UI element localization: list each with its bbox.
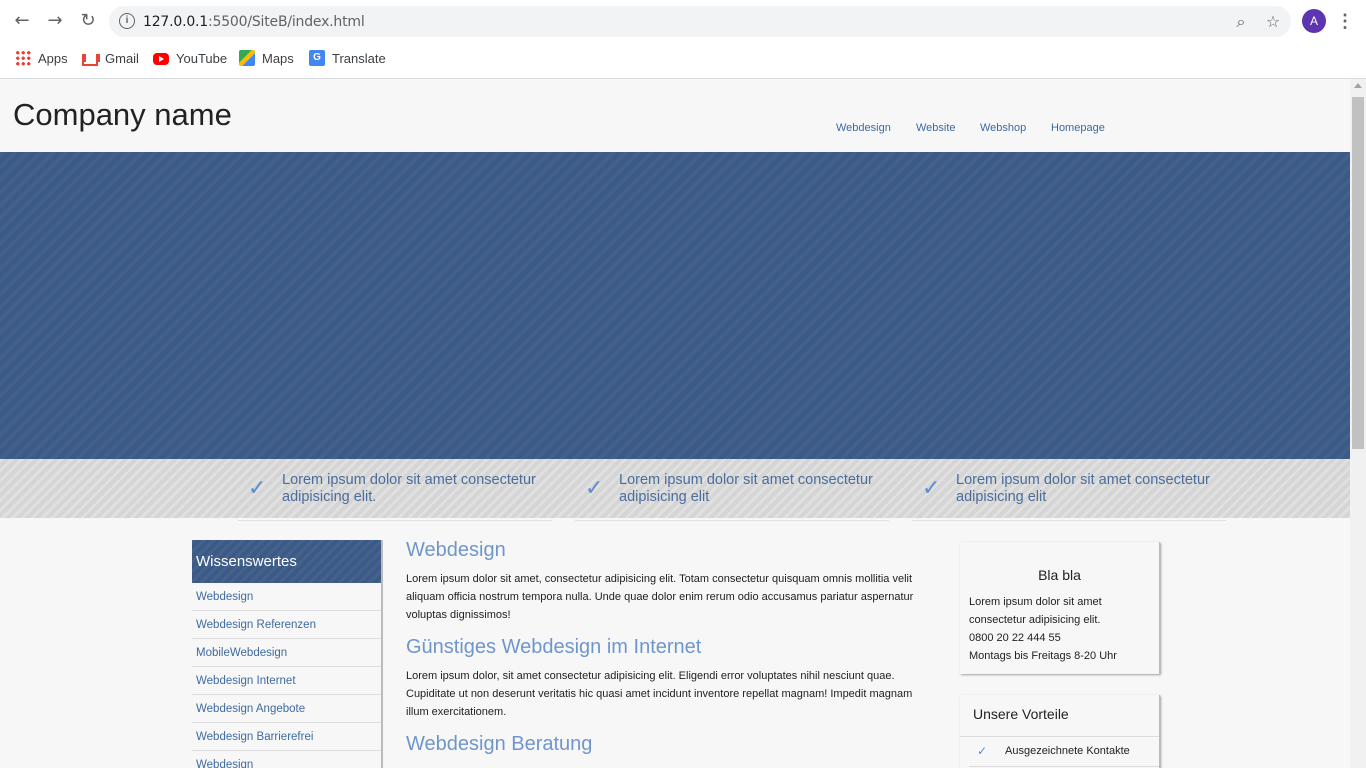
sidebar-item-internet[interactable]: Webdesign Internet — [192, 667, 381, 695]
bookmark-label: Apps — [38, 50, 68, 66]
url-host: 127.0.0.1 — [143, 14, 208, 30]
bookmark-label: Gmail — [105, 50, 139, 66]
section-text: Lorem ipsum dolor, sit amet consectetur … — [406, 670, 913, 718]
advantages-box: Unsere Vorteile ✓ Ausgezeichnete Kontakt… — [960, 695, 1160, 768]
page-scrollbar[interactable] — [1350, 79, 1366, 768]
bookmark-star-icon[interactable]: ☆ — [1263, 12, 1283, 32]
contact-line: Lorem ipsum dolor sit amet — [969, 596, 1102, 608]
sidebar-item-angebote[interactable]: Webdesign Angebote — [192, 695, 381, 723]
sidebar-item-webdesign-2[interactable]: Webdesign — [192, 751, 381, 768]
feature-text: Lorem ipsum dolor sit amet consectetur a… — [282, 472, 536, 505]
back-arrow-icon[interactable]: ← — [10, 9, 34, 33]
address-bar[interactable]: i 127.0.0.1:5500/SiteB/index.html ⌕ ☆ — [109, 6, 1291, 37]
browser-menu-icon[interactable]: ⋮ — [1336, 9, 1354, 33]
sidebar-item-mobile[interactable]: MobileWebdesign — [192, 639, 381, 667]
zoom-icon[interactable]: ⌕ — [1231, 12, 1251, 32]
main-content: Webdesign Lorem ipsum dolor sit amet, co… — [406, 539, 931, 764]
hero-banner — [0, 152, 1350, 459]
bookmarks-bar: Apps Gmail YouTube Maps G Translate — [0, 44, 1366, 72]
gmail-icon — [82, 53, 98, 66]
forward-arrow-icon[interactable]: → — [43, 9, 67, 33]
site-header: Company name Webdesign Website Webshop H… — [0, 79, 1350, 152]
nav-website[interactable]: Website — [916, 122, 956, 134]
bookmark-gmail[interactable]: Gmail — [82, 48, 139, 68]
bookmark-apps[interactable]: Apps — [15, 48, 68, 68]
bookmark-label: Maps — [262, 50, 294, 66]
feature-text: Lorem ipsum dolor sit amet consectetur a… — [956, 472, 1210, 505]
divider — [912, 520, 1226, 521]
browser-toolbar: ← → ↻ i 127.0.0.1:5500/SiteB/index.html … — [0, 0, 1366, 42]
checkmark-icon: ✓ — [922, 476, 941, 501]
profile-avatar[interactable]: A — [1302, 9, 1326, 33]
contact-line: consectetur adipisicing elit. — [969, 614, 1101, 626]
sidebar-item-referenzen[interactable]: Webdesign Referenzen — [192, 611, 381, 639]
features-strip: ✓ Lorem ipsum dolor sit amet consectetur… — [0, 459, 1350, 518]
advantage-text: Ausgezeichnete Kontakte — [1005, 745, 1130, 757]
bookmark-translate[interactable]: G Translate — [309, 48, 386, 68]
bookmark-label: YouTube — [176, 50, 228, 66]
url-path: :5500/SiteB/index.html — [208, 14, 365, 30]
page-viewport: Company name Webdesign Website Webshop H… — [0, 79, 1350, 768]
contact-phone: 0800 20 22 444 55 — [969, 632, 1061, 644]
nav-webshop[interactable]: Webshop — [980, 122, 1026, 134]
divider — [575, 520, 889, 521]
section-heading: Webdesign Beratung — [406, 733, 593, 755]
translate-icon: G — [309, 50, 325, 66]
nav-webdesign[interactable]: Webdesign — [836, 122, 891, 134]
section-heading: Webdesign — [406, 539, 506, 561]
bookmark-label: Translate — [332, 50, 386, 66]
checkmark-icon: ✓ — [977, 744, 988, 758]
checkmark-icon: ✓ — [585, 476, 604, 501]
contact-box-title: Bla bla — [1038, 567, 1081, 583]
contact-hours: Montags bis Freitags 8-20 Uhr — [969, 650, 1117, 662]
bookmark-maps[interactable]: Maps — [239, 48, 294, 68]
scrollbar-thumb[interactable] — [1352, 97, 1364, 449]
nav-homepage[interactable]: Homepage — [1051, 122, 1105, 134]
divider — [238, 520, 552, 521]
sidebar-item-webdesign[interactable]: Webdesign — [192, 583, 381, 611]
sidebar-title: Wissenswertes — [192, 540, 381, 583]
bookmark-youtube[interactable]: YouTube — [153, 48, 227, 68]
address-url[interactable]: 127.0.0.1:5500/SiteB/index.html — [143, 14, 365, 30]
youtube-icon — [153, 53, 169, 65]
reload-icon[interactable]: ↻ — [76, 9, 100, 33]
checkmark-icon: ✓ — [248, 476, 267, 501]
browser-chrome: ← → ↻ i 127.0.0.1:5500/SiteB/index.html … — [0, 0, 1366, 79]
contact-box: Bla bla Lorem ipsum dolor sit amet conse… — [960, 542, 1160, 674]
advantages-title: Unsere Vorteile — [960, 695, 1159, 737]
sidebar: Wissenswertes Webdesign Webdesign Refere… — [192, 540, 383, 768]
sidebar-item-barrierefrei[interactable]: Webdesign Barrierefrei — [192, 723, 381, 751]
section-text: Lorem ipsum dolor sit amet, consectetur … — [406, 573, 914, 621]
company-name: Company name — [13, 97, 232, 132]
feature-text: Lorem ipsum dolor sit amet consectetur a… — [619, 472, 873, 505]
maps-icon — [239, 50, 255, 66]
scroll-up-icon[interactable] — [1354, 83, 1362, 88]
advantage-item: ✓ Ausgezeichnete Kontakte — [969, 737, 1159, 767]
section-heading: Günstiges Webdesign im Internet — [406, 636, 702, 658]
apps-icon — [15, 50, 31, 66]
site-info-icon[interactable]: i — [119, 13, 135, 29]
